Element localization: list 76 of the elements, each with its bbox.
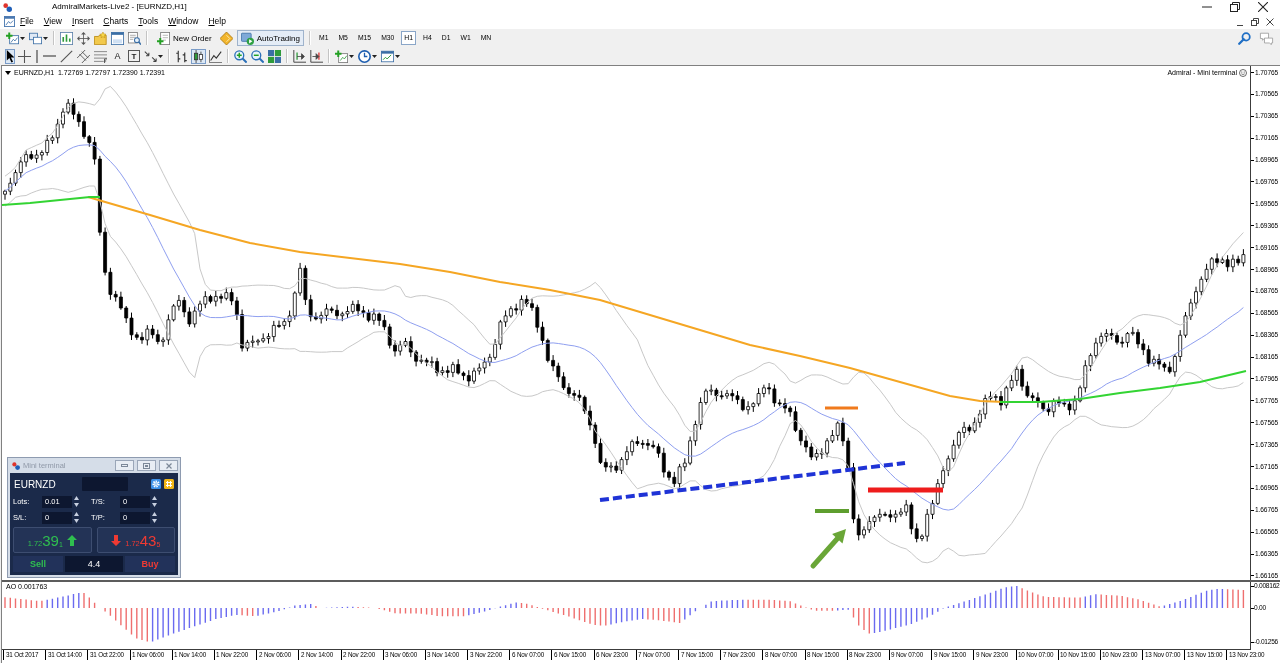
spinner-icon[interactable]: [152, 512, 157, 523]
chart-plus-icon[interactable]: [6, 31, 19, 45]
spread-field: 4.4: [65, 556, 123, 572]
text-tool-button[interactable]: A: [111, 49, 124, 63]
sell-button[interactable]: Sell: [13, 556, 63, 572]
app-logo-icon: [3, 2, 12, 12]
menu-item[interactable]: Charts: [98, 16, 134, 27]
trend-line-icon[interactable]: [60, 49, 73, 63]
spinner-icon[interactable]: [74, 512, 79, 523]
vertical-line-icon[interactable]: [35, 49, 39, 63]
caret-icon[interactable]: [158, 54, 163, 58]
symbol-field[interactable]: [82, 477, 128, 491]
clock-icon[interactable]: [358, 49, 371, 63]
menu-item[interactable]: Window: [163, 16, 204, 27]
spinner-icon[interactable]: [74, 496, 79, 507]
close-icon[interactable]: [1258, 2, 1268, 12]
caret-icon[interactable]: [43, 36, 48, 40]
level-line: [815, 509, 849, 513]
chart-shift-icon[interactable]: [310, 49, 323, 63]
bar-chart-icon[interactable]: [175, 49, 188, 63]
smiley-icon: [1239, 68, 1247, 77]
autoscroll-icon[interactable]: [293, 49, 306, 63]
restore-icon: [143, 462, 150, 469]
window-title: AdmiralMarkets-Live2 - [EURNZD,H1]: [52, 2, 187, 12]
menu-item[interactable]: Tools: [133, 16, 164, 27]
pointer-arrow: [810, 529, 846, 569]
window-magnifier-icon[interactable]: [128, 31, 141, 45]
caret-icon[interactable]: [395, 54, 400, 58]
new-order-button[interactable]: New Order: [153, 30, 216, 46]
crosshair-icon[interactable]: [18, 49, 31, 63]
candlestick-icon[interactable]: [192, 49, 205, 63]
caret-icon[interactable]: [20, 36, 25, 40]
minimize-icon: [121, 463, 128, 468]
down-arrow-icon: [111, 534, 122, 546]
stacked-windows-icon[interactable]: [29, 31, 42, 45]
zoom-out-icon[interactable]: [251, 49, 264, 63]
window-bars-icon[interactable]: [60, 31, 73, 45]
tile-windows-icon[interactable]: [268, 49, 281, 63]
minimize-button[interactable]: [115, 460, 134, 471]
caret-icon[interactable]: [372, 54, 377, 58]
level-line: [825, 406, 858, 410]
line-chart-icon[interactable]: [209, 49, 222, 63]
menu-item[interactable]: File: [15, 16, 39, 27]
menu-item[interactable]: View: [38, 16, 67, 27]
spinner-icon[interactable]: [152, 496, 157, 507]
caret-icon[interactable]: [349, 54, 354, 58]
up-arrow-icon: [66, 534, 77, 546]
template-window-icon[interactable]: [381, 49, 394, 63]
close-button[interactable]: [159, 460, 178, 471]
restore-icon[interactable]: [1251, 17, 1259, 26]
symbol-label: EURNZD: [13, 478, 57, 490]
window-play-icon: [240, 31, 254, 45]
fibonacci-levels-icon[interactable]: [94, 49, 107, 63]
document-plus-icon: [157, 31, 170, 45]
arrows-icon[interactable]: [144, 49, 157, 63]
restore-icon[interactable]: [1230, 2, 1240, 12]
move-arrows-icon[interactable]: [77, 31, 90, 45]
zoom-in-icon[interactable]: [234, 49, 247, 63]
caret-icon[interactable]: [5, 70, 11, 75]
text-label-tool-button[interactable]: T: [128, 50, 140, 62]
restore-button[interactable]: [137, 460, 156, 471]
cursor-icon[interactable]: [6, 49, 14, 63]
close-icon: [165, 462, 172, 469]
horizontal-line-icon[interactable]: [43, 54, 56, 58]
folder-star-icon[interactable]: [94, 31, 107, 45]
chart-window-icon[interactable]: [4, 16, 15, 27]
menu-item[interactable]: Help: [203, 16, 231, 27]
settings-icon[interactable]: [151, 479, 161, 489]
channel-lines-icon[interactable]: [77, 49, 90, 63]
menu-item[interactable]: Insert: [67, 16, 99, 27]
close-icon[interactable]: [1266, 17, 1274, 26]
grid-icon[interactable]: [164, 479, 174, 489]
panel-window-icon[interactable]: [111, 31, 124, 45]
auto-trading-button[interactable]: AutoTrading: [236, 30, 304, 46]
search-icon[interactable]: [1238, 31, 1251, 45]
app-logo-icon: [12, 461, 20, 470]
